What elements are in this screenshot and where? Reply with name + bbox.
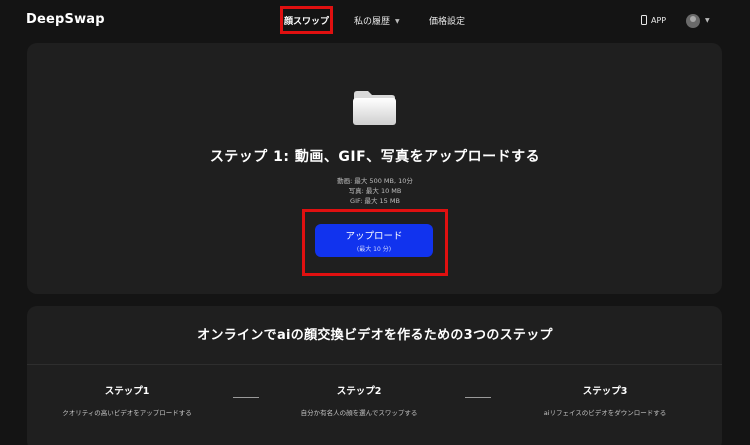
top-nav-bar: DeepSwap 顔スワップ 私の履歴 ▼ 価格設定 APP ▼ — [0, 0, 750, 42]
nav-item-pricing-label: 価格設定 — [429, 17, 466, 27]
folder-icon — [353, 91, 396, 125]
step-connector — [465, 397, 491, 398]
step-item: ステップ3 aiリフェイスのビデオをダウンロードする — [505, 383, 705, 417]
nav-item-face-swap-label: 顔スワップ — [283, 16, 329, 27]
app-download-link[interactable]: APP — [641, 15, 666, 25]
upload-limits: 動画: 最大 500 MB, 10分 写真: 最大 10 MB GIF: 最大 … — [0, 176, 750, 206]
upload-button[interactable]: アップロード (最大 10 分) — [315, 224, 433, 257]
step-name: ステップ3 — [582, 386, 628, 397]
step-item: ステップ2 自分か有名人の顔を選んでスワップする — [259, 383, 459, 417]
step-description: 自分か有名人の顔を選んでスワップする — [300, 409, 418, 417]
chevron-down-icon: ▼ — [395, 18, 400, 25]
upload-button-label: アップロード — [345, 231, 403, 242]
step-description: クオリティの高いビデオをアップロードする — [62, 409, 192, 417]
step-name: ステップ1 — [104, 386, 150, 397]
avatar[interactable] — [686, 14, 700, 28]
gif-limit-text: GIF: 最大 15 MB — [350, 197, 400, 205]
video-limit-text: 動画: 最大 500 MB, 10分 — [337, 177, 413, 185]
upload-button-sublabel: (最大 10 分) — [356, 246, 392, 253]
step-description: aiリフェイスのビデオをダウンロードする — [543, 409, 667, 417]
steps-divider — [27, 364, 722, 365]
app-logo[interactable]: DeepSwap — [26, 12, 105, 27]
step-item: ステップ1 クオリティの高いビデオをアップロードする — [27, 383, 227, 417]
chevron-down-icon[interactable]: ▼ — [705, 17, 710, 24]
nav-item-history[interactable]: 私の履歴 ▼ — [354, 14, 400, 27]
step-connector — [233, 397, 259, 398]
upload-step-title: ステップ 1: 動画、GIF、写真をアップロードする — [209, 149, 541, 165]
phone-icon — [641, 15, 647, 25]
photo-limit-text: 写真: 最大 10 MB — [348, 187, 402, 195]
nav-item-history-label: 私の履歴 — [354, 17, 391, 27]
nav-item-pricing[interactable]: 価格設定 — [429, 14, 465, 27]
app-link-label: APP — [651, 15, 667, 25]
nav-item-face-swap[interactable]: 顔スワップ — [280, 6, 333, 34]
step-name: ステップ2 — [336, 386, 382, 397]
steps-heading: オンラインでaiの顔交換ビデオを作るための3つのステップ — [197, 328, 553, 343]
